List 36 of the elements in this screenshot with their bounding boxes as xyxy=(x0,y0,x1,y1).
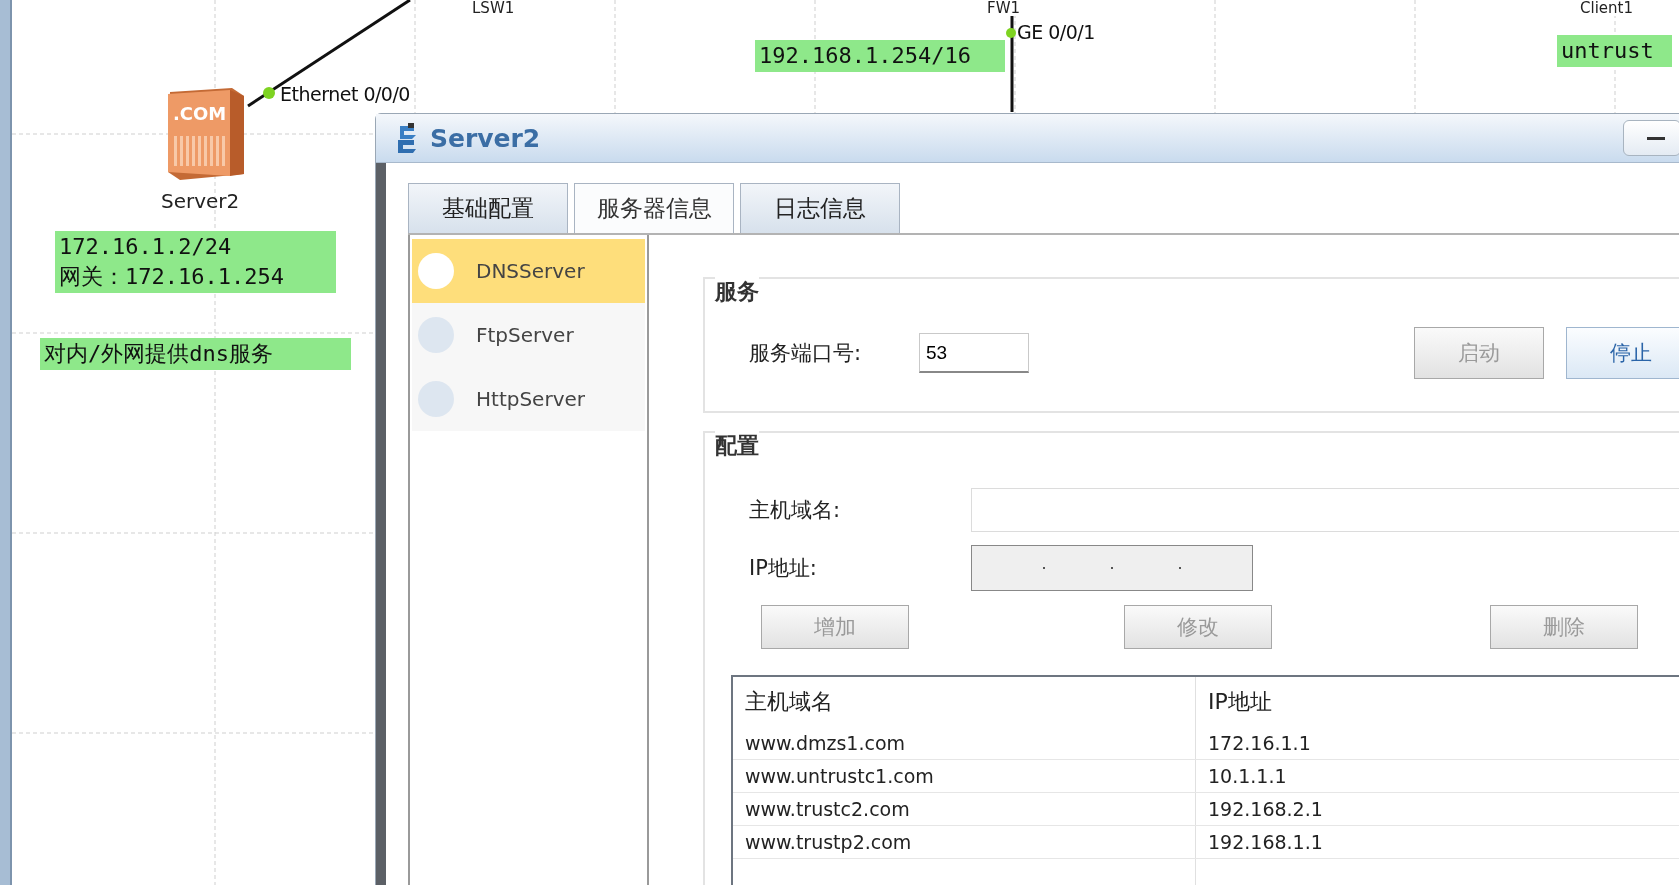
port-label: Ethernet 0/0/0 xyxy=(280,83,410,105)
table-cell: www.dmzs1.com xyxy=(733,727,1196,759)
port-dot xyxy=(1006,28,1016,38)
note-label: 192.168.1.254/16 xyxy=(755,40,1005,72)
note-label: 对内/外网提供dns服务 xyxy=(40,338,351,370)
host-field[interactable] xyxy=(971,488,1679,532)
ip-field[interactable] xyxy=(971,545,1253,591)
column-header: IP地址 xyxy=(1207,688,1273,716)
note-label: untrust xyxy=(1557,35,1672,67)
note-label: 172.16.1.2/24 网关：172.16.1.254 xyxy=(55,231,336,293)
tab[interactable]: 基础配置 xyxy=(408,183,568,233)
table-cell-text: 10.1.1.1 xyxy=(1207,764,1288,789)
field-label: 服务端口号: xyxy=(749,340,863,367)
action-button[interactable]: 停止 xyxy=(1566,327,1679,379)
field-label: 主机域名: xyxy=(749,497,842,524)
table-cell-text: 192.168.1.1 xyxy=(1207,830,1324,855)
table-cell: www.trustc2.com xyxy=(733,793,1196,825)
table-cell-text: 192.168.2.1 xyxy=(1207,797,1324,822)
device-label: FW1 xyxy=(985,0,1022,16)
tab[interactable]: 服务器信息 xyxy=(574,183,734,233)
window-title: Server2 xyxy=(430,123,541,153)
minimize-button[interactable] xyxy=(1623,120,1679,156)
table-cell: www.untrustc1.com xyxy=(733,760,1196,792)
device-label: Client1 xyxy=(1578,0,1635,16)
column-header: 主机域名 xyxy=(733,677,1196,727)
port-dot xyxy=(263,87,275,99)
tab[interactable]: 日志信息 xyxy=(740,183,900,233)
table-cell: www.trustp2.com xyxy=(733,826,1196,858)
service-item[interactable]: HttpServer xyxy=(412,367,645,431)
device-label: Server2 xyxy=(161,189,240,213)
port-label: GE 0/0/1 xyxy=(1017,21,1095,43)
service-item[interactable]: DNSServer xyxy=(412,239,645,303)
field-label: IP地址: xyxy=(749,555,818,582)
port-field[interactable]: 53 xyxy=(919,333,1029,373)
service-item[interactable]: FtpServer xyxy=(412,303,645,367)
table-cell-text: 172.16.1.1 xyxy=(1207,731,1312,756)
